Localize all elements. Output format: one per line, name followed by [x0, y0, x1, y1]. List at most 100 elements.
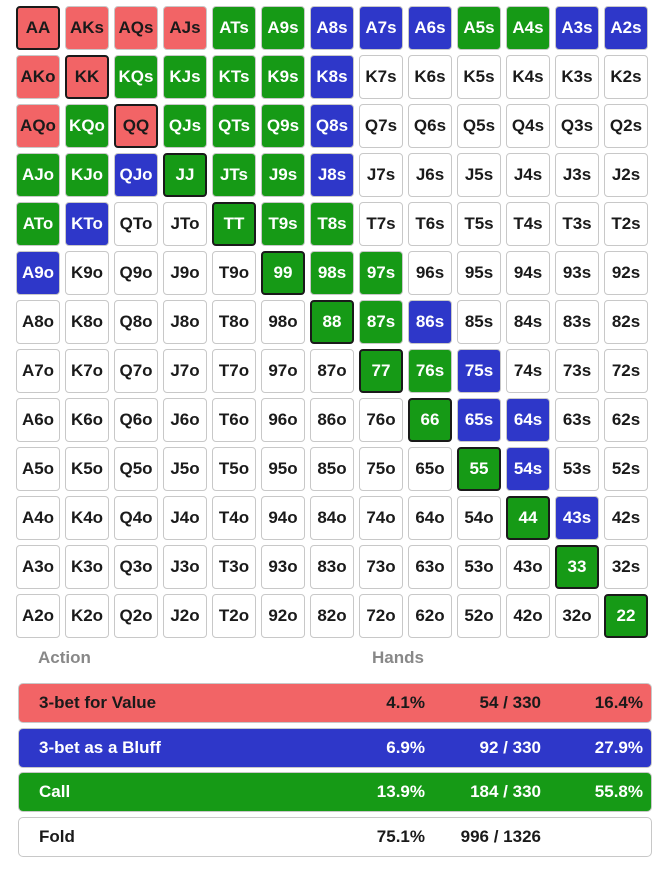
hand-cell-T8o[interactable]: T8o	[212, 300, 256, 344]
hand-cell-T3o[interactable]: T3o	[212, 545, 256, 589]
hand-cell-42s[interactable]: 42s	[604, 496, 648, 540]
hand-cell-A5o[interactable]: A5o	[16, 447, 60, 491]
hand-cell-K4o[interactable]: K4o	[65, 496, 109, 540]
hand-cell-Q3s[interactable]: Q3s	[555, 104, 599, 148]
hand-cell-64s[interactable]: 64s	[506, 398, 550, 442]
hand-cell-K2s[interactable]: K2s	[604, 55, 648, 99]
hand-cell-A8s[interactable]: A8s	[310, 6, 354, 50]
hand-cell-T2o[interactable]: T2o	[212, 594, 256, 638]
hand-cell-A3o[interactable]: A3o	[16, 545, 60, 589]
hand-cell-T6s[interactable]: T6s	[408, 202, 452, 246]
hand-cell-K9s[interactable]: K9s	[261, 55, 305, 99]
hand-cell-96s[interactable]: 96s	[408, 251, 452, 295]
hand-cell-KTs[interactable]: KTs	[212, 55, 256, 99]
hand-cell-T4s[interactable]: T4s	[506, 202, 550, 246]
hand-cell-52o[interactable]: 52o	[457, 594, 501, 638]
hand-cell-Q2o[interactable]: Q2o	[114, 594, 158, 638]
hand-cell-A8o[interactable]: A8o	[16, 300, 60, 344]
hand-cell-JJ[interactable]: JJ	[163, 153, 207, 197]
hand-cell-AJo[interactable]: AJo	[16, 153, 60, 197]
hand-cell-64o[interactable]: 64o	[408, 496, 452, 540]
hand-cell-84o[interactable]: 84o	[310, 496, 354, 540]
hand-cell-JTs[interactable]: JTs	[212, 153, 256, 197]
hand-cell-95s[interactable]: 95s	[457, 251, 501, 295]
hand-cell-QJo[interactable]: QJo	[114, 153, 158, 197]
hand-cell-97o[interactable]: 97o	[261, 349, 305, 393]
hand-cell-A7o[interactable]: A7o	[16, 349, 60, 393]
hand-cell-K7o[interactable]: K7o	[65, 349, 109, 393]
hand-cell-75o[interactable]: 75o	[359, 447, 403, 491]
hand-cell-86o[interactable]: 86o	[310, 398, 354, 442]
hand-cell-Q4s[interactable]: Q4s	[506, 104, 550, 148]
hand-cell-J5s[interactable]: J5s	[457, 153, 501, 197]
hand-cell-63o[interactable]: 63o	[408, 545, 452, 589]
hand-cell-TT[interactable]: TT	[212, 202, 256, 246]
hand-cell-62o[interactable]: 62o	[408, 594, 452, 638]
hand-cell-72o[interactable]: 72o	[359, 594, 403, 638]
hand-cell-44[interactable]: 44	[506, 496, 550, 540]
hand-cell-J4s[interactable]: J4s	[506, 153, 550, 197]
hand-cell-A9s[interactable]: A9s	[261, 6, 305, 50]
hand-cell-J9s[interactable]: J9s	[261, 153, 305, 197]
hand-cell-87o[interactable]: 87o	[310, 349, 354, 393]
hand-cell-65o[interactable]: 65o	[408, 447, 452, 491]
hand-cell-A6o[interactable]: A6o	[16, 398, 60, 442]
hand-cell-KK[interactable]: KK	[65, 55, 109, 99]
hand-cell-K5s[interactable]: K5s	[457, 55, 501, 99]
hand-cell-QJs[interactable]: QJs	[163, 104, 207, 148]
hand-cell-K8s[interactable]: K8s	[310, 55, 354, 99]
hand-cell-T7o[interactable]: T7o	[212, 349, 256, 393]
hand-cell-A3s[interactable]: A3s	[555, 6, 599, 50]
hand-cell-K9o[interactable]: K9o	[65, 251, 109, 295]
hand-cell-74o[interactable]: 74o	[359, 496, 403, 540]
hand-cell-T6o[interactable]: T6o	[212, 398, 256, 442]
hand-cell-T2s[interactable]: T2s	[604, 202, 648, 246]
hand-cell-54s[interactable]: 54s	[506, 447, 550, 491]
hand-cell-95o[interactable]: 95o	[261, 447, 305, 491]
hand-cell-AKs[interactable]: AKs	[65, 6, 109, 50]
hand-cell-J8s[interactable]: J8s	[310, 153, 354, 197]
hand-cell-85s[interactable]: 85s	[457, 300, 501, 344]
hand-cell-T5s[interactable]: T5s	[457, 202, 501, 246]
hand-cell-J3s[interactable]: J3s	[555, 153, 599, 197]
hand-cell-A6s[interactable]: A6s	[408, 6, 452, 50]
hand-cell-99[interactable]: 99	[261, 251, 305, 295]
hand-cell-J7s[interactable]: J7s	[359, 153, 403, 197]
hand-cell-32s[interactable]: 32s	[604, 545, 648, 589]
hand-cell-52s[interactable]: 52s	[604, 447, 648, 491]
hand-cell-Q9s[interactable]: Q9s	[261, 104, 305, 148]
hand-cell-97s[interactable]: 97s	[359, 251, 403, 295]
hand-cell-53o[interactable]: 53o	[457, 545, 501, 589]
hand-cell-T9s[interactable]: T9s	[261, 202, 305, 246]
hand-cell-J3o[interactable]: J3o	[163, 545, 207, 589]
hand-cell-AKo[interactable]: AKo	[16, 55, 60, 99]
hand-cell-77[interactable]: 77	[359, 349, 403, 393]
hand-cell-A4o[interactable]: A4o	[16, 496, 60, 540]
hand-cell-43s[interactable]: 43s	[555, 496, 599, 540]
hand-cell-A2s[interactable]: A2s	[604, 6, 648, 50]
hand-cell-22[interactable]: 22	[604, 594, 648, 638]
hand-cell-92s[interactable]: 92s	[604, 251, 648, 295]
hand-cell-K6s[interactable]: K6s	[408, 55, 452, 99]
hand-cell-AQo[interactable]: AQo	[16, 104, 60, 148]
hand-cell-K3s[interactable]: K3s	[555, 55, 599, 99]
hand-cell-A2o[interactable]: A2o	[16, 594, 60, 638]
hand-cell-JTo[interactable]: JTo	[163, 202, 207, 246]
hand-cell-AJs[interactable]: AJs	[163, 6, 207, 50]
hand-cell-K5o[interactable]: K5o	[65, 447, 109, 491]
hand-cell-Q7o[interactable]: Q7o	[114, 349, 158, 393]
hand-cell-A5s[interactable]: A5s	[457, 6, 501, 50]
hand-cell-KTo[interactable]: KTo	[65, 202, 109, 246]
hand-cell-83o[interactable]: 83o	[310, 545, 354, 589]
hand-cell-Q8o[interactable]: Q8o	[114, 300, 158, 344]
hand-cell-J4o[interactable]: J4o	[163, 496, 207, 540]
hand-cell-J8o[interactable]: J8o	[163, 300, 207, 344]
hand-cell-J2s[interactable]: J2s	[604, 153, 648, 197]
hand-cell-QTo[interactable]: QTo	[114, 202, 158, 246]
hand-cell-K6o[interactable]: K6o	[65, 398, 109, 442]
hand-cell-J5o[interactable]: J5o	[163, 447, 207, 491]
hand-cell-K4s[interactable]: K4s	[506, 55, 550, 99]
hand-cell-T8s[interactable]: T8s	[310, 202, 354, 246]
hand-cell-J2o[interactable]: J2o	[163, 594, 207, 638]
hand-cell-Q4o[interactable]: Q4o	[114, 496, 158, 540]
